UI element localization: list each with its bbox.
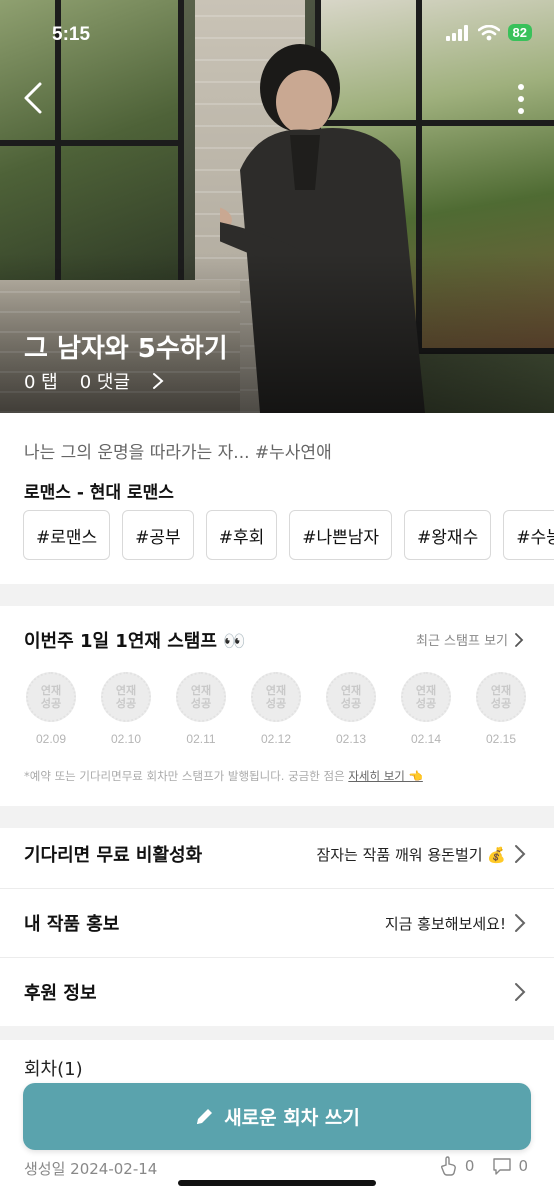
comment-icon [493, 1158, 512, 1175]
recent-stamps-link[interactable]: 최근 스탬프 보기 [416, 630, 524, 649]
stamp-item: 연재 성공 02.14 [401, 672, 451, 746]
stamp-date: 02.14 [410, 732, 442, 746]
back-arrow-icon[interactable] [20, 80, 50, 116]
stamp-badge: 연재 성공 [176, 672, 226, 722]
row-hint: 잠자는 작품 깨워 용돈벌기 💰 [316, 845, 506, 864]
wait-free-row[interactable]: 기다리면 무료 비활성화 잠자는 작품 깨워 용돈벌기 💰 [0, 820, 554, 888]
chevron-right-icon [515, 632, 524, 647]
stamp-date: 02.09 [35, 732, 67, 746]
battery-indicator: 82 [507, 24, 532, 41]
comment-metric: 0 [518, 1157, 528, 1175]
stamp-badge: 연재 성공 [401, 672, 451, 722]
stamp-item: 연재 성공 02.15 [476, 672, 526, 746]
tap-metric: 0 [464, 1157, 475, 1175]
sponsor-row[interactable]: 후원 정보 [0, 958, 554, 1026]
new-episode-label: 새로운 회차 쓰기 [224, 1107, 360, 1129]
home-indicator [178, 1180, 376, 1186]
episode-metrics: 0 0 [439, 1156, 528, 1176]
stamp-item: 연재 성공 02.11 [176, 672, 226, 746]
work-genre: 로맨스 - 현대 로맨스 [24, 483, 174, 503]
window-background [0, 0, 184, 294]
tag-chip[interactable]: #나쁜남자 [289, 510, 393, 560]
tag-chip[interactable]: #공부 [122, 510, 194, 560]
section-divider [0, 1026, 554, 1040]
chevron-right-icon [515, 845, 526, 863]
stamp-note: *예약 또는 기다리면무료 회차만 스탬프가 발행됩니다. 궁금한 점은 자세히… [24, 769, 423, 783]
status-time: 5:15 [52, 24, 91, 45]
status-icons: 82 [445, 24, 532, 41]
row-hint: 지금 홍보해보세요! [384, 914, 506, 933]
new-episode-button[interactable]: 새로운 회차 쓰기 [23, 1083, 531, 1150]
stamp-badge: 연재 성공 [326, 672, 376, 722]
promote-row[interactable]: 내 작품 홍보 지금 홍보해보세요! [0, 889, 554, 957]
more-options-icon[interactable] [516, 82, 526, 116]
tag-chip[interactable]: #로맨스 [23, 510, 111, 560]
tag-chip[interactable]: #왕재수 [404, 510, 492, 560]
tag-list: #로맨스 #공부 #후회 #나쁜남자 #왕재수 #수능 [23, 510, 554, 560]
row-label: 기다리면 무료 비활성화 [24, 845, 203, 866]
stamp-date: 02.15 [485, 732, 517, 746]
work-stats[interactable]: 0 탭 0 댓글 [24, 368, 164, 394]
stamp-item: 연재 성공 02.12 [251, 672, 301, 746]
stamp-item: 연재 성공 02.09 [26, 672, 76, 746]
section-divider [0, 584, 554, 606]
work-title: 그 남자와 5수하기 [24, 334, 228, 364]
stamp-item: 연재 성공 02.13 [326, 672, 376, 746]
created-date: 생성일 2024-02-14 [24, 1160, 158, 1178]
stamp-item: 연재 성공 02.10 [101, 672, 151, 746]
stamp-date: 02.11 [186, 732, 216, 746]
row-label: 내 작품 홍보 [24, 914, 120, 935]
stamp-list: 연재 성공 02.09 연재 성공 02.10 연재 성공 02.11 연재 성공 02… [26, 672, 526, 746]
stamp-badge: 연재 성공 [476, 672, 526, 722]
tap-hand-icon [440, 1156, 456, 1176]
stamp-details-link[interactable]: 자세히 보기 👈 [348, 769, 423, 783]
stamp-badge: 연재 성공 [26, 672, 76, 722]
signal-icon [445, 24, 468, 41]
tap-count: 0 탭 [24, 372, 58, 393]
pencil-icon [197, 1108, 213, 1124]
stamp-section-title: 이번주 1일 1연재 스탬프 👀 [24, 631, 246, 652]
work-synopsis: 나는 그의 운명을 따라가는 자... #누사연애 [24, 443, 332, 463]
stamp-date: 02.10 [110, 732, 142, 746]
chevron-right-icon [515, 983, 526, 1001]
wifi-icon [477, 24, 500, 40]
stamp-date: 02.12 [260, 732, 292, 746]
recent-stamps-label: 최근 스탬프 보기 [416, 634, 508, 649]
tag-chip[interactable]: #후회 [205, 510, 278, 560]
chevron-right-icon [515, 914, 526, 932]
comment-count: 0 댓글 [79, 372, 131, 393]
stamp-badge: 연재 성공 [101, 672, 151, 722]
stamp-date: 02.13 [335, 732, 367, 746]
stamp-badge: 연재 성공 [251, 672, 301, 722]
chevron-right-icon [153, 373, 164, 389]
episode-count: 회차(1) [24, 1059, 83, 1080]
row-label: 후원 정보 [24, 983, 97, 1004]
tag-chip[interactable]: #수능 [503, 510, 554, 560]
